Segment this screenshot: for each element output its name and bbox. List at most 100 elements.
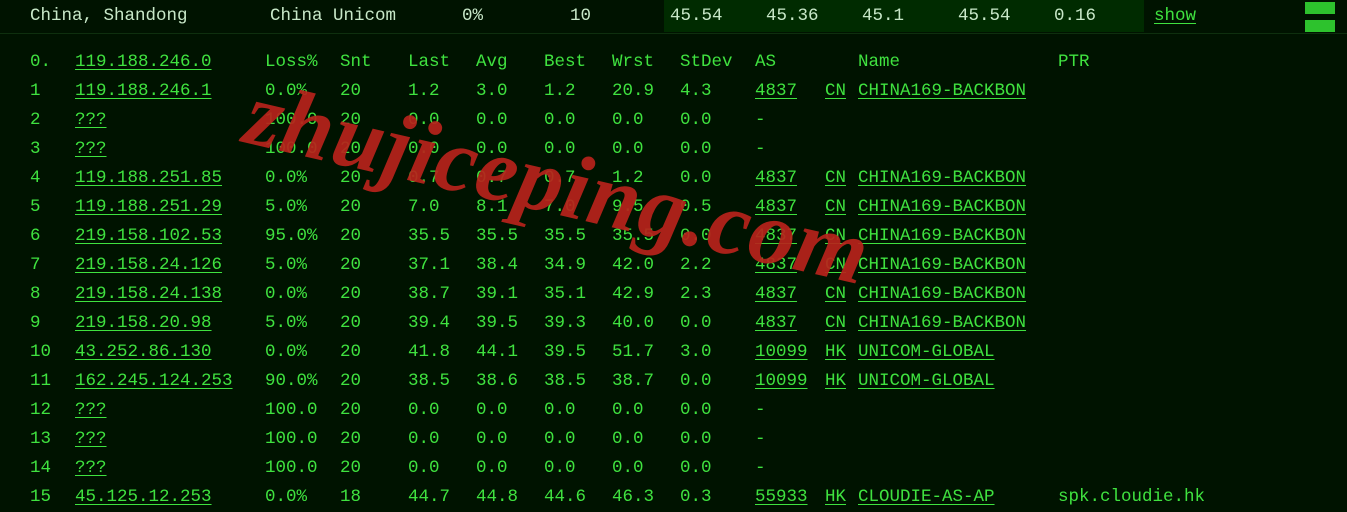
hop-last: 0.0 bbox=[408, 425, 476, 454]
hop-cc bbox=[825, 454, 858, 483]
asn-link[interactable]: 4837 bbox=[755, 226, 797, 246]
hop-wrst: 40.0 bbox=[612, 309, 680, 338]
show-link[interactable]: show bbox=[1154, 0, 1196, 32]
cc-link[interactable]: CN bbox=[825, 197, 846, 217]
hop-as-name: CHINA169-BACKBON bbox=[858, 251, 1058, 280]
cc-link[interactable]: CN bbox=[825, 284, 846, 304]
hop-avg: 0.0 bbox=[476, 454, 544, 483]
asn-link[interactable]: 4837 bbox=[755, 81, 797, 101]
hop-avg: 0.0 bbox=[476, 396, 544, 425]
hop-best: 35.1 bbox=[544, 280, 612, 309]
hop-loss: 0.0% bbox=[265, 280, 340, 309]
as-name-link[interactable]: CHINA169-BACKBON bbox=[858, 226, 1026, 246]
cc-link[interactable]: CN bbox=[825, 81, 846, 101]
hop-number: 4 bbox=[30, 164, 75, 193]
cc-link[interactable]: HK bbox=[825, 371, 846, 391]
hop-ip-link[interactable]: ??? bbox=[75, 139, 107, 159]
scroll-bar-segment[interactable] bbox=[1305, 20, 1335, 32]
cc-link[interactable]: CN bbox=[825, 313, 846, 333]
asn-link[interactable]: 4837 bbox=[755, 255, 797, 275]
scroll-bar-segment[interactable] bbox=[1305, 2, 1335, 14]
hop-ip-cell: ??? bbox=[75, 135, 265, 164]
hop-ip-link[interactable]: ??? bbox=[75, 110, 107, 130]
hop-ip-link[interactable]: 219.158.20.98 bbox=[75, 313, 212, 333]
hop-number: 15 bbox=[30, 483, 75, 512]
hop-ptr bbox=[1058, 106, 1238, 135]
cc-link[interactable]: HK bbox=[825, 342, 846, 362]
status-val-e: 0.16 bbox=[1048, 0, 1144, 32]
separator bbox=[0, 33, 1347, 34]
hop-stdev: 0.0 bbox=[680, 454, 755, 483]
hop-asn: 4837 bbox=[755, 280, 825, 309]
hop-ip-link[interactable]: ??? bbox=[75, 458, 107, 478]
status-isp: China Unicom bbox=[270, 0, 462, 32]
hop-loss: 5.0% bbox=[265, 309, 340, 338]
hop-stdev: 0.0 bbox=[680, 309, 755, 338]
hop-ip-link[interactable]: ??? bbox=[75, 400, 107, 420]
asn-link[interactable]: 4837 bbox=[755, 168, 797, 188]
asn-link[interactable]: 4837 bbox=[755, 197, 797, 217]
as-name-link[interactable]: CHINA169-BACKBON bbox=[858, 197, 1026, 217]
hop-snt: 20 bbox=[340, 135, 408, 164]
as-name-link[interactable]: UNICOM-GLOBAL bbox=[858, 342, 995, 362]
hop-as-name bbox=[858, 106, 1058, 135]
hop-ip-cell: ??? bbox=[75, 425, 265, 454]
as-name-link[interactable]: CHINA169-BACKBON bbox=[858, 255, 1026, 275]
cc-link[interactable]: CN bbox=[825, 226, 846, 246]
hop-ip-link[interactable]: 45.125.12.253 bbox=[75, 487, 212, 507]
hop-avg: 0.0 bbox=[476, 106, 544, 135]
hop-snt: 20 bbox=[340, 193, 408, 222]
status-val-b: 45.36 bbox=[760, 0, 856, 32]
hop-ip-link[interactable]: 162.245.124.253 bbox=[75, 371, 233, 391]
hop-ip-link[interactable]: 219.158.24.138 bbox=[75, 284, 222, 304]
hop-last: 38.5 bbox=[408, 367, 476, 396]
hop-ip-link[interactable]: 43.252.86.130 bbox=[75, 342, 212, 362]
hop-last: 0.7 bbox=[408, 164, 476, 193]
header-avg: Avg bbox=[476, 48, 544, 77]
as-name-link[interactable]: CHINA169-BACKBON bbox=[858, 284, 1026, 304]
hop-ptr bbox=[1058, 222, 1238, 251]
asn-link[interactable]: 10099 bbox=[755, 371, 808, 391]
hop-ip-cell: 162.245.124.253 bbox=[75, 367, 265, 396]
hop-as-name bbox=[858, 425, 1058, 454]
hop-asn: - bbox=[755, 454, 825, 483]
hop-last: 44.7 bbox=[408, 483, 476, 512]
hop-ip-link[interactable]: 219.158.102.53 bbox=[75, 226, 222, 246]
as-name-link[interactable]: CHINA169-BACKBON bbox=[858, 313, 1026, 333]
hop-ip-link[interactable]: 219.158.24.126 bbox=[75, 255, 222, 275]
asn-link[interactable]: 55933 bbox=[755, 487, 808, 507]
hop-avg: 44.1 bbox=[476, 338, 544, 367]
hop-ip-link[interactable]: ??? bbox=[75, 429, 107, 449]
hop-ip-cell: 219.158.24.138 bbox=[75, 280, 265, 309]
asn-link[interactable]: 10099 bbox=[755, 342, 808, 362]
hop-ptr bbox=[1058, 309, 1238, 338]
cc-link[interactable]: CN bbox=[825, 168, 846, 188]
hop-ip-link[interactable]: 119.188.251.29 bbox=[75, 197, 222, 217]
traceroute-row: 5119.188.251.295.0%207.08.17.09.50.54837… bbox=[0, 193, 1347, 222]
traceroute-row: 2???100.0200.00.00.00.00.0- bbox=[0, 106, 1347, 135]
cc-link[interactable]: HK bbox=[825, 487, 846, 507]
hop-best: 38.5 bbox=[544, 367, 612, 396]
header-last: Last bbox=[408, 48, 476, 77]
hop-ip-cell: ??? bbox=[75, 454, 265, 483]
hop-as-name: CLOUDIE-AS-AP bbox=[858, 483, 1058, 512]
source-ip-link[interactable]: 119.188.246.0 bbox=[75, 52, 212, 72]
cc-link[interactable]: CN bbox=[825, 255, 846, 275]
header-loss: Loss% bbox=[265, 48, 340, 77]
as-name-link[interactable]: CLOUDIE-AS-AP bbox=[858, 487, 995, 507]
hop-snt: 20 bbox=[340, 251, 408, 280]
hop-number: 14 bbox=[30, 454, 75, 483]
hop-ip-cell: 119.188.251.85 bbox=[75, 164, 265, 193]
as-name-link[interactable]: CHINA169-BACKBON bbox=[858, 168, 1026, 188]
hop-ip-link[interactable]: 119.188.246.1 bbox=[75, 81, 212, 101]
hop-number: 7 bbox=[30, 251, 75, 280]
hop-ptr bbox=[1058, 251, 1238, 280]
hop-as-name: UNICOM-GLOBAL bbox=[858, 338, 1058, 367]
hop-cc: CN bbox=[825, 309, 858, 338]
as-name-link[interactable]: UNICOM-GLOBAL bbox=[858, 371, 995, 391]
asn-link[interactable]: 4837 bbox=[755, 284, 797, 304]
status-count: 10 bbox=[570, 0, 664, 32]
asn-link[interactable]: 4837 bbox=[755, 313, 797, 333]
as-name-link[interactable]: CHINA169-BACKBON bbox=[858, 81, 1026, 101]
hop-ip-link[interactable]: 119.188.251.85 bbox=[75, 168, 222, 188]
